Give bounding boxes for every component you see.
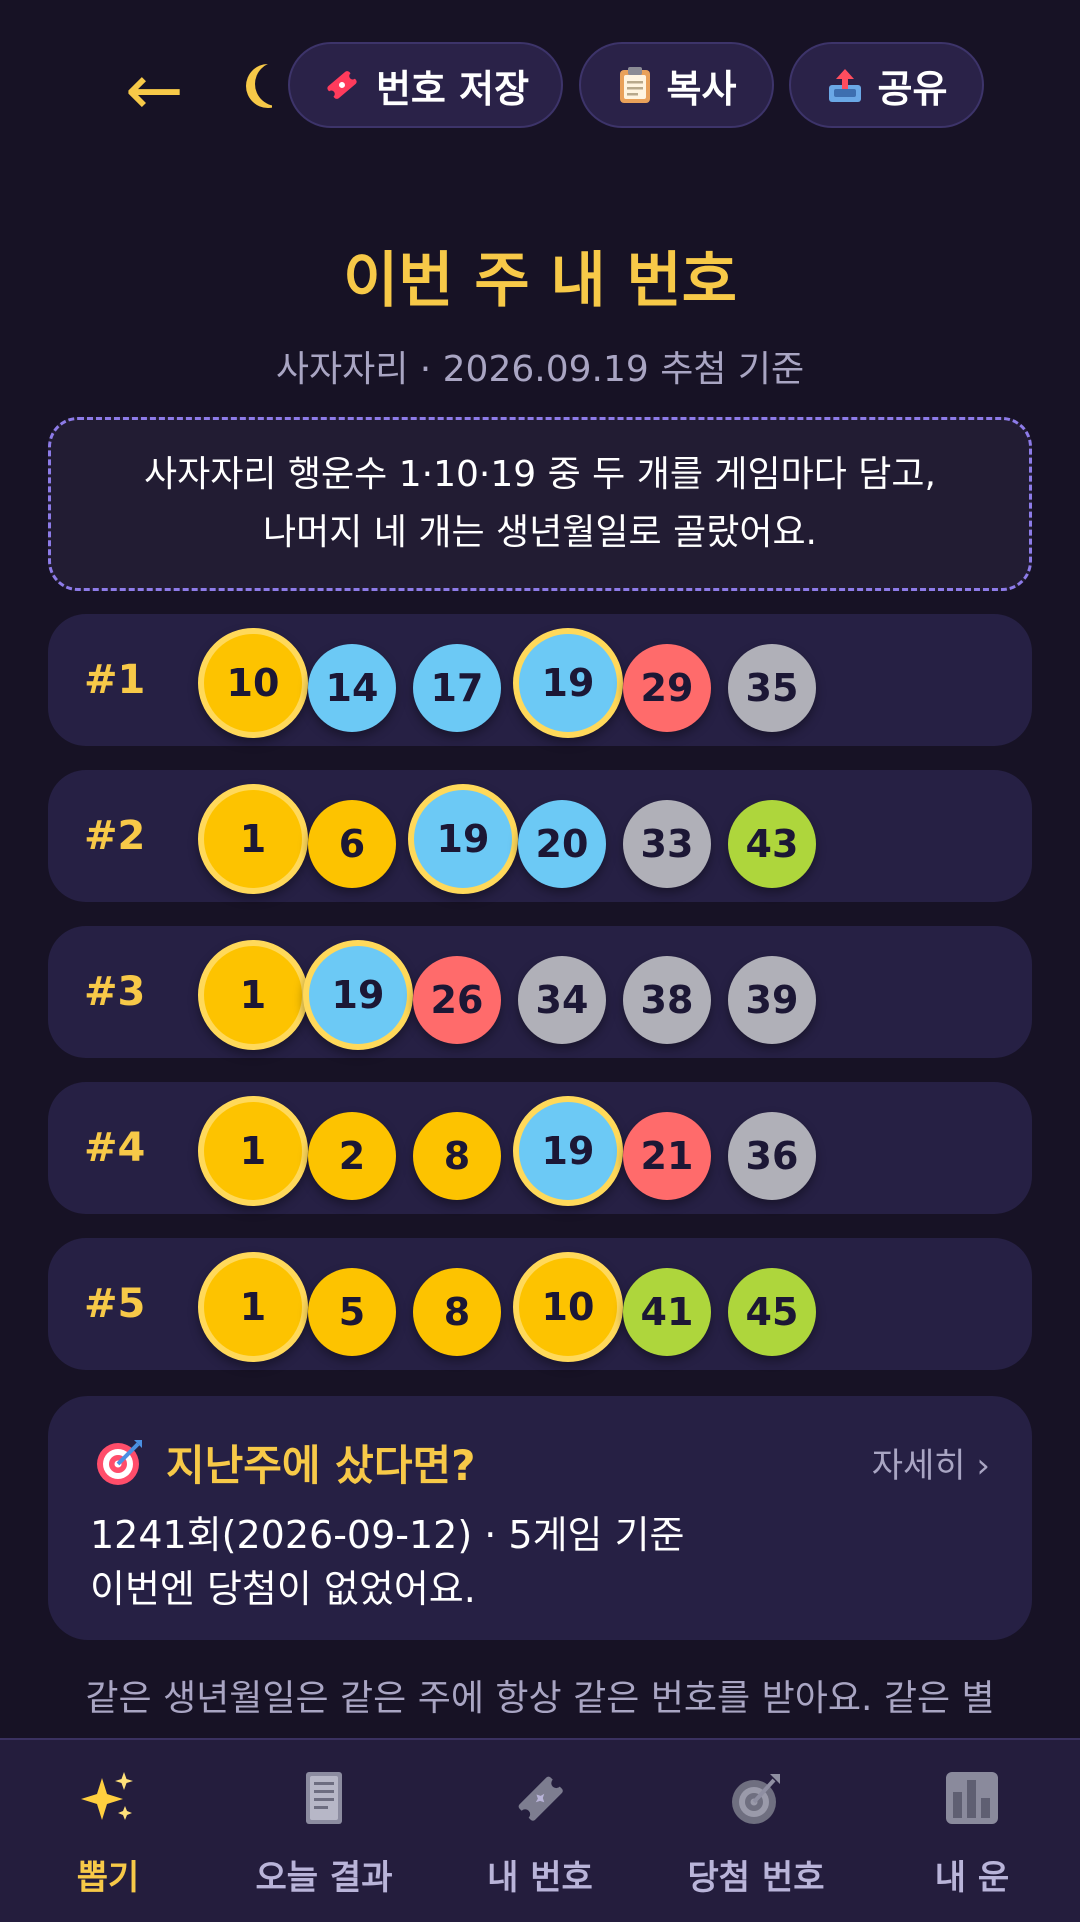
nav-my-fortune[interactable]: 내 운 <box>864 1740 1080 1922</box>
game-row-5: #5 1 5 8 10 41 45 <box>48 1238 1032 1370</box>
game-label: #1 <box>84 657 146 703</box>
chart-bars-icon <box>946 1772 998 1824</box>
sparkles-icon <box>81 1772 133 1820</box>
copy-label: 복사 <box>666 66 737 111</box>
number-ball: 36 <box>728 1112 816 1200</box>
number-ball: 8 <box>413 1112 501 1200</box>
last-week-card[interactable]: 지난주에 샀다면? 자세히 › 1241회(2026-09-12) · 5게임 … <box>48 1396 1032 1640</box>
number-ball: 17 <box>413 644 501 732</box>
game-row-1: #1 10 14 17 19 29 35 <box>48 614 1032 746</box>
note-line-2: 나머지 네 개는 생년월일로 골랐어요. <box>262 512 818 553</box>
number-ball: 14 <box>308 644 396 732</box>
share-button[interactable]: 공유 <box>789 42 984 128</box>
number-ball: 19 <box>513 628 623 738</box>
clipboard-icon <box>619 67 650 103</box>
number-ball: 20 <box>518 800 606 888</box>
nav-my-numbers[interactable]: 내 번호 <box>432 1740 648 1922</box>
number-ball: 21 <box>623 1112 711 1200</box>
footnote-overflow <box>0 1726 1080 1736</box>
number-ball: 1 <box>198 1252 308 1362</box>
scroll-receipt-icon <box>306 1772 342 1824</box>
lucky-number-note: 사자자리 행운수 1·10·19 중 두 개를 게임마다 담고, 나머지 네 개… <box>48 417 1032 591</box>
nav-winning-numbers[interactable]: 당첨 번호 <box>648 1740 864 1922</box>
save-numbers-button[interactable]: 번호 저장 <box>288 42 563 128</box>
number-ball: 26 <box>413 956 501 1044</box>
ticket-icon <box>327 71 357 99</box>
number-ball: 19 <box>408 784 518 894</box>
number-ball: 2 <box>308 1112 396 1200</box>
number-ball: 43 <box>728 800 816 888</box>
game-row-2: #2 1 6 19 20 33 43 <box>48 770 1032 902</box>
number-ball: 19 <box>513 1096 623 1206</box>
save-numbers-label: 번호 저장 <box>375 66 530 111</box>
number-ball: 33 <box>623 800 711 888</box>
game-label: #4 <box>84 1125 146 1171</box>
nav-my-numbers-label: 내 번호 <box>487 1858 593 1898</box>
game-label: #5 <box>84 1281 146 1327</box>
top-bar: ← 번호 저장 복사 공유 <box>0 0 1080 175</box>
game-row-3: #3 1 19 26 34 38 39 <box>48 926 1032 1058</box>
copy-button[interactable]: 복사 <box>579 42 774 128</box>
moon-icon <box>246 64 272 108</box>
nav-my-fortune-label: 내 운 <box>934 1858 1010 1898</box>
game-label: #2 <box>84 813 146 859</box>
nav-today-result[interactable]: 오늘 결과 <box>216 1740 432 1922</box>
target-icon <box>97 1440 142 1485</box>
last-week-draw-info: 1241회(2026-09-12) · 5게임 기준 <box>90 1513 685 1557</box>
nav-draw[interactable]: 뽑기 <box>0 1740 216 1922</box>
number-ball: 8 <box>413 1268 501 1356</box>
footnote-text: 같은 생년월일은 같은 주에 항상 같은 번호를 받아요. 같은 별 <box>85 1678 995 1719</box>
number-ball: 6 <box>308 800 396 888</box>
number-ball: 45 <box>728 1268 816 1356</box>
number-ball: 1 <box>198 784 308 894</box>
game-label: #3 <box>84 969 146 1015</box>
number-ball: 10 <box>198 628 308 738</box>
nav-today-result-label: 오늘 결과 <box>255 1858 393 1898</box>
number-ball: 38 <box>623 956 711 1044</box>
last-week-result: 이번엔 당첨이 없었어요. <box>90 1567 476 1611</box>
number-ball: 1 <box>198 940 308 1050</box>
details-link[interactable]: 자세히 › <box>872 1438 990 1487</box>
share-label: 공유 <box>877 66 948 111</box>
nav-draw-label: 뽑기 <box>76 1858 140 1898</box>
number-ball: 10 <box>513 1252 623 1362</box>
number-ball: 29 <box>623 644 711 732</box>
number-ball: 19 <box>303 940 413 1050</box>
ticket-icon <box>518 1776 563 1821</box>
game-row-4: #4 1 2 8 19 21 36 <box>48 1082 1032 1214</box>
share-outbox-icon <box>828 69 861 102</box>
bottom-navigation: 뽑기 오늘 결과 내 번호 당첨 번호 내 운 <box>0 1738 1080 1922</box>
page-title: 이번 주 내 번호 <box>343 246 737 316</box>
nav-winning-numbers-label: 당첨 번호 <box>687 1858 825 1898</box>
number-ball: 5 <box>308 1268 396 1356</box>
last-week-title: 지난주에 샀다면? <box>166 1441 476 1490</box>
number-ball: 35 <box>728 644 816 732</box>
back-button[interactable]: ← <box>125 50 184 130</box>
note-line-1: 사자자리 행운수 1·10·19 중 두 개를 게임마다 담고, <box>144 454 936 495</box>
number-ball: 34 <box>518 956 606 1044</box>
number-ball: 41 <box>623 1268 711 1356</box>
target-icon <box>732 1774 780 1824</box>
page-subtitle: 사자자리 · 2026.09.19 추첨 기준 <box>275 349 805 390</box>
number-ball: 39 <box>728 956 816 1044</box>
number-ball: 1 <box>198 1096 308 1206</box>
